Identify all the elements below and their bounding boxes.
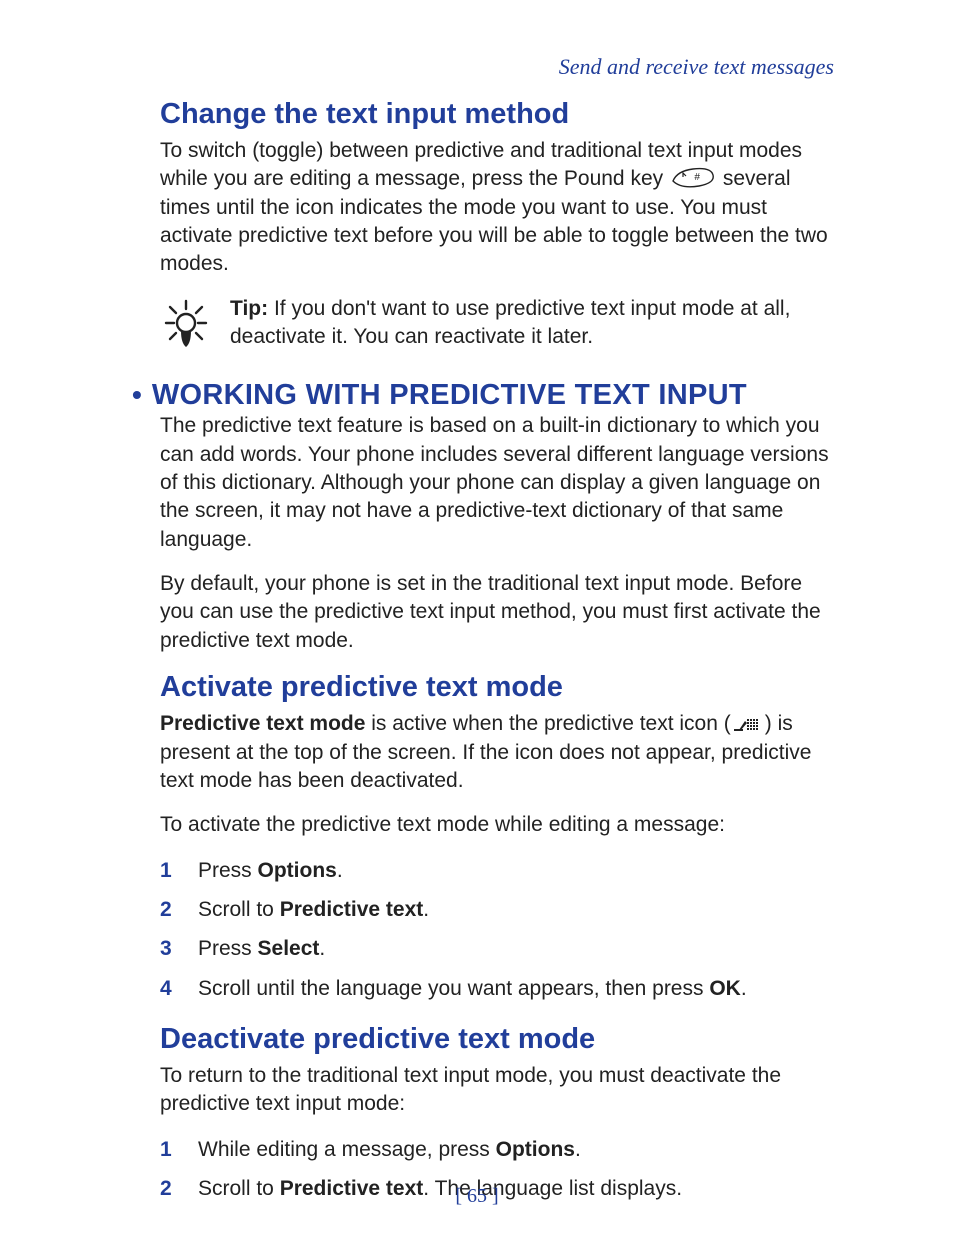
- text: While editing a message, press: [198, 1138, 496, 1161]
- text: Press: [198, 937, 258, 960]
- pound-key-icon: #: [671, 167, 715, 197]
- text-bold: Predictive text mode: [160, 712, 365, 735]
- paragraph: To return to the traditional text input …: [160, 1062, 834, 1119]
- text: .: [337, 859, 343, 882]
- text: .: [423, 898, 429, 921]
- text-bold: OK: [709, 977, 741, 1000]
- text: .: [319, 937, 325, 960]
- heading-working-predictive: WORKING WITH PREDICTIVE TEXT INPUT: [152, 379, 747, 412]
- tip-block: Tip: If you don't want to use predictive…: [160, 295, 834, 352]
- svg-text:#: #: [694, 172, 700, 183]
- text: Press: [198, 859, 258, 882]
- chapter-header: Send and receive text messages: [160, 54, 834, 80]
- text: If you don't want to use predictive text…: [230, 297, 790, 348]
- heading-change-input-method: Change the text input method: [160, 98, 834, 131]
- text: is active when the predictive text icon …: [365, 712, 730, 735]
- bullet-icon: •: [132, 381, 144, 409]
- predictive-text-icon: [733, 712, 763, 740]
- text-bold: Predictive text: [280, 898, 424, 921]
- text: Scroll to: [198, 898, 280, 921]
- heading-deactivate-predictive: Deactivate predictive text mode: [160, 1023, 834, 1056]
- paragraph: To switch (toggle) between predictive an…: [160, 137, 834, 279]
- text-bold: Select: [258, 937, 320, 960]
- list-item: Scroll until the language you want appea…: [160, 974, 834, 1003]
- paragraph: The predictive text feature is based on …: [160, 412, 834, 554]
- tip-text: Tip: If you don't want to use predictive…: [230, 295, 834, 352]
- activate-steps-list: Press Options. Scroll to Predictive text…: [160, 856, 834, 1004]
- page-number: [ 65 ]: [0, 1185, 954, 1208]
- section-heading-row: • WORKING WITH PREDICTIVE TEXT INPUT: [132, 379, 834, 412]
- heading-activate-predictive: Activate predictive text mode: [160, 671, 834, 704]
- manual-page: Send and receive text messages Change th…: [0, 0, 954, 1248]
- text-bold: Options: [258, 859, 337, 882]
- paragraph: To activate the predictive text mode whi…: [160, 811, 834, 839]
- list-item: While editing a message, press Options.: [160, 1135, 834, 1164]
- list-item: Press Select.: [160, 934, 834, 963]
- tip-label: Tip:: [230, 297, 268, 320]
- tip-icon: [160, 295, 212, 351]
- text-bold: Options: [496, 1138, 575, 1161]
- list-item: Scroll to Predictive text.: [160, 895, 834, 924]
- text: Scroll until the language you want appea…: [198, 977, 709, 1000]
- text: .: [741, 977, 747, 1000]
- paragraph: By default, your phone is set in the tra…: [160, 570, 834, 655]
- list-item: Press Options.: [160, 856, 834, 885]
- paragraph: Predictive text mode is active when the …: [160, 710, 834, 795]
- text: .: [575, 1138, 581, 1161]
